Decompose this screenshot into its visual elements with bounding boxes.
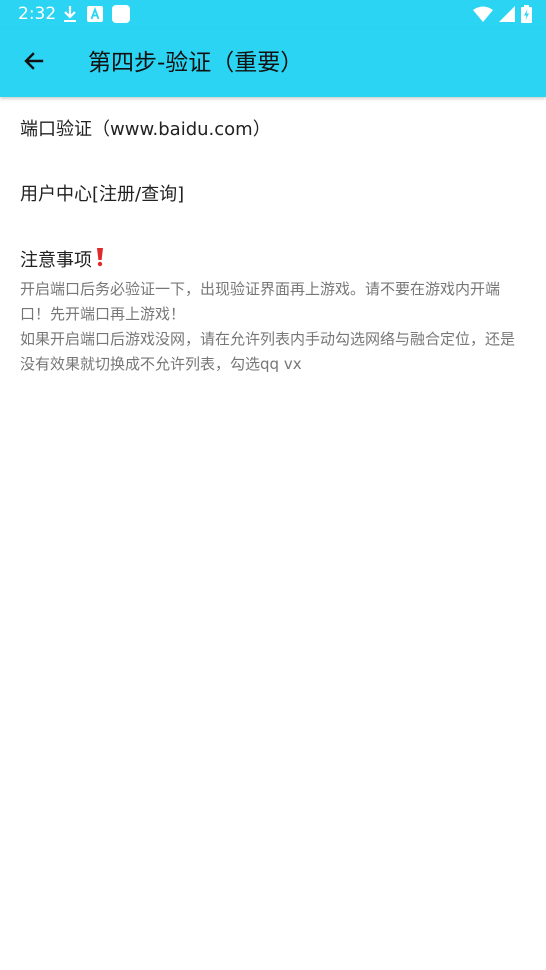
font-app-icon (87, 6, 103, 22)
status-right-icons (473, 5, 532, 23)
port-verify-item[interactable]: 端口验证（www.baidu.com） (20, 118, 271, 142)
back-button[interactable] (14, 43, 54, 83)
signal-icon (499, 6, 515, 22)
status-bar: 2:32 (0, 0, 546, 29)
app-bar: 第四步-验证（重要） (0, 29, 546, 97)
user-center-item[interactable]: 用户中心[注册/查询] (20, 183, 184, 207)
exclamation-icon (94, 247, 106, 274)
app-square-icon (112, 5, 130, 23)
notice-paragraph: 开启端口后务必验证一下，出现验证界面再上游戏。请不要在游戏内开端口！先开端口再上… (20, 280, 501, 323)
notice-paragraph: 如果开启端口后游戏没网，请在允许列表内手动勾选网络与融合定位，还是没有效果就切换… (20, 330, 516, 373)
status-left-icons (62, 5, 130, 23)
battery-charging-icon (521, 5, 532, 23)
status-time: 2:32 (18, 4, 57, 24)
wifi-icon (473, 6, 493, 22)
download-icon (62, 5, 78, 23)
page-title: 第四步-验证（重要） (88, 50, 304, 76)
notice-heading: 注意事项 (20, 247, 526, 274)
arrow-left-icon (22, 49, 46, 77)
notice-body: 开启端口后务必验证一下，出现验证界面再上游戏。请不要在游戏内开端口！先开端口再上… (20, 277, 526, 377)
notice-section: 注意事项 开启端口后务必验证一下，出现验证界面再上游戏。请不要在游戏内开端口！先… (20, 247, 526, 377)
notice-title-text: 注意事项 (20, 249, 92, 271)
